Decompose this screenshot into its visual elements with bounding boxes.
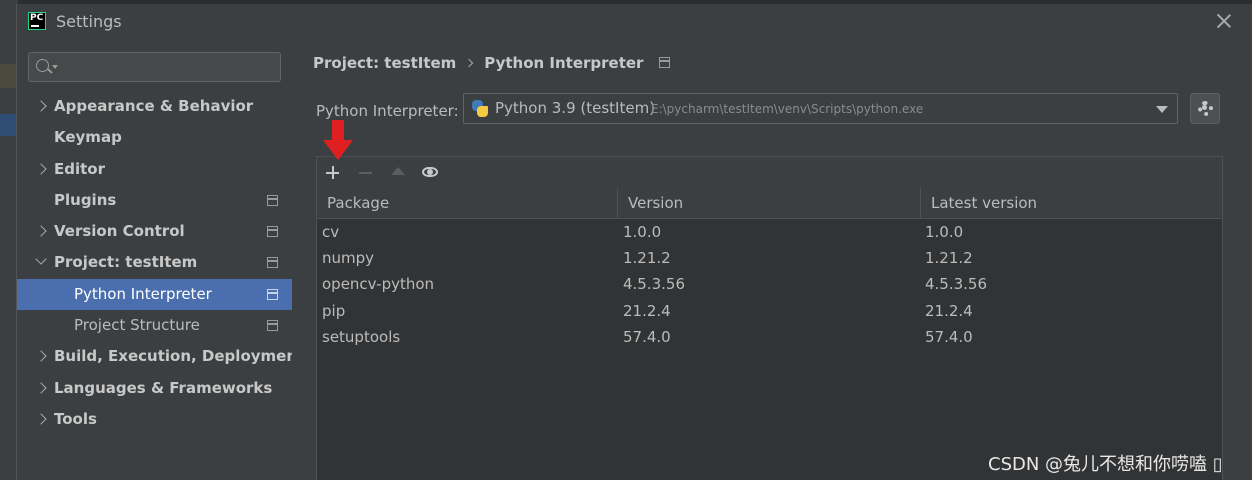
sidebar-item-label: Project Structure: [74, 316, 200, 335]
interpreter-name: Python 3.9 (testItem): [495, 99, 656, 117]
search-icon: [36, 59, 49, 72]
package-name: numpy: [322, 249, 375, 268]
sidebar-item-languages-frameworks[interactable]: Languages & Frameworks: [17, 373, 292, 404]
sidebar-item-tools[interactable]: Tools: [17, 404, 292, 435]
column-header-package[interactable]: Package: [317, 188, 618, 218]
settings-sidebar: Appearance & Behavior Keymap Editor Plug…: [17, 38, 304, 480]
column-header-latest-version[interactable]: Latest version: [921, 188, 1223, 218]
table-row[interactable]: pip 21.2.4 21.2.4: [317, 298, 1222, 324]
python-icon: [471, 100, 489, 118]
eye-icon[interactable]: [421, 163, 441, 183]
search-options-caret-icon[interactable]: [52, 65, 58, 69]
sidebar-item-editor[interactable]: Editor: [17, 154, 292, 185]
plus-icon[interactable]: [323, 163, 343, 183]
chevron-right-icon[interactable]: [35, 350, 47, 363]
interpreter-path: E:\pycharm\testItem\venv\Scripts\python.…: [651, 102, 924, 116]
column-header-version[interactable]: Version: [618, 188, 921, 218]
sidebar-item-label: Version Control: [54, 222, 185, 241]
interpreter-label: Python Interpreter:: [316, 102, 459, 120]
sidebar-item-build-execution-deployment[interactable]: Build, Execution, Deployment: [17, 341, 304, 372]
settings-dialog: PC Settings Appearance & Behavior Keymap…: [16, 4, 1252, 480]
chevron-right-icon[interactable]: [35, 382, 47, 394]
package-name: setuptools: [322, 327, 401, 346]
sidebar-item-plugins[interactable]: Plugins: [17, 185, 292, 216]
packages-table: Package Version Latest version cv 1.0.0 …: [317, 188, 1222, 350]
page-icon: [267, 320, 278, 332]
table-body: cv 1.0.0 1.0.0 numpy 1.21.2 1.21.2 openc…: [317, 219, 1222, 350]
sidebar-item-label: Plugins: [54, 190, 117, 209]
chevron-right-icon[interactable]: [35, 100, 47, 112]
chevron-right-icon[interactable]: [35, 225, 47, 237]
package-version: 1.21.2: [623, 249, 671, 268]
sidebar-item-project-structure[interactable]: Project Structure: [17, 310, 292, 341]
package-latest-version: 21.2.4: [925, 301, 973, 320]
package-version: 1.0.0: [623, 223, 662, 241]
sidebar-item-appearance-behavior[interactable]: Appearance & Behavior: [17, 91, 292, 122]
settings-content: Project: testItem Python Interpreter Pyth…: [292, 38, 1252, 480]
packages-panel: Package Version Latest version cv 1.0.0 …: [316, 156, 1223, 480]
sidebar-item-python-interpreter[interactable]: Python Interpreter: [17, 278, 292, 311]
breadcrumb: Project: testItem Python Interpreter: [313, 54, 671, 72]
minus-icon[interactable]: [356, 163, 376, 183]
title-bar: PC Settings: [17, 4, 1252, 38]
chevron-right-icon[interactable]: [35, 162, 47, 175]
settings-search[interactable]: [28, 52, 281, 82]
watermark: CSDN @兔儿不想和你唠嗑 ▯: [988, 454, 1223, 475]
package-name: cv: [322, 223, 340, 241]
breadcrumb-separator-icon: [465, 58, 474, 68]
search-input[interactable]: [61, 56, 276, 78]
sidebar-item-label: Languages & Frameworks: [54, 378, 273, 397]
sidebar-item-label: Keymap: [54, 128, 122, 147]
breadcrumb-project: Project: testItem: [313, 54, 457, 72]
package-latest-version: 1.0.0: [925, 223, 964, 241]
package-version: 57.4.0: [623, 327, 671, 346]
package-version: 21.2.4: [623, 301, 671, 320]
page-icon: [659, 57, 671, 68]
sidebar-item-label: Project: testItem: [54, 253, 198, 272]
breadcrumb-page: Python Interpreter: [484, 54, 644, 72]
table-row[interactable]: setuptools 57.4.0 57.4.0: [317, 324, 1222, 350]
sidebar-item-label: Appearance & Behavior: [54, 97, 254, 115]
page-icon: [267, 226, 278, 238]
package-latest-version: 1.21.2: [925, 249, 973, 268]
table-row[interactable]: cv 1.0.0 1.0.0: [317, 219, 1222, 245]
sidebar-item-label: Tools: [54, 409, 97, 428]
page-icon: [267, 257, 278, 269]
annotation-arrow-icon: [323, 120, 353, 162]
chevron-down-icon[interactable]: [1156, 106, 1168, 113]
window-title: Settings: [56, 12, 122, 31]
sidebar-item-label: Build, Execution, Deployment: [54, 347, 305, 366]
pycharm-logo-icon: PC: [28, 12, 46, 30]
package-name: opencv-python: [322, 275, 435, 294]
page-icon: [267, 194, 278, 206]
interpreter-select[interactable]: Python 3.9 (testItem) E:\pycharm\testIte…: [463, 93, 1178, 124]
chevron-down-icon[interactable]: [35, 253, 47, 266]
sidebar-item-project[interactable]: Project: testItem: [17, 247, 292, 278]
package-latest-version: 57.4.0: [925, 327, 973, 346]
table-header: Package Version Latest version: [317, 188, 1222, 219]
package-version: 4.5.3.56: [623, 275, 686, 294]
close-icon[interactable]: [1216, 13, 1232, 29]
sidebar-item-version-control[interactable]: Version Control: [17, 216, 292, 247]
sidebar-item-label: Editor: [54, 159, 105, 178]
table-row[interactable]: numpy 1.21.2 1.21.2: [317, 245, 1222, 271]
package-name: pip: [322, 301, 346, 320]
sidebar-item-keymap[interactable]: Keymap: [17, 122, 292, 153]
interpreter-settings-button[interactable]: [1190, 93, 1220, 124]
sidebar-item-label: Python Interpreter: [74, 284, 212, 303]
page-icon: [267, 288, 278, 300]
chevron-right-icon[interactable]: [35, 413, 47, 425]
gear-icon: [1198, 101, 1213, 116]
upgrade-icon[interactable]: [388, 163, 408, 183]
package-latest-version: 4.5.3.56: [925, 275, 988, 294]
table-row[interactable]: opencv-python 4.5.3.56 4.5.3.56: [317, 271, 1222, 297]
packages-toolbar: [317, 157, 1222, 189]
settings-nav-tree: Appearance & Behavior Keymap Editor Plug…: [17, 91, 304, 435]
